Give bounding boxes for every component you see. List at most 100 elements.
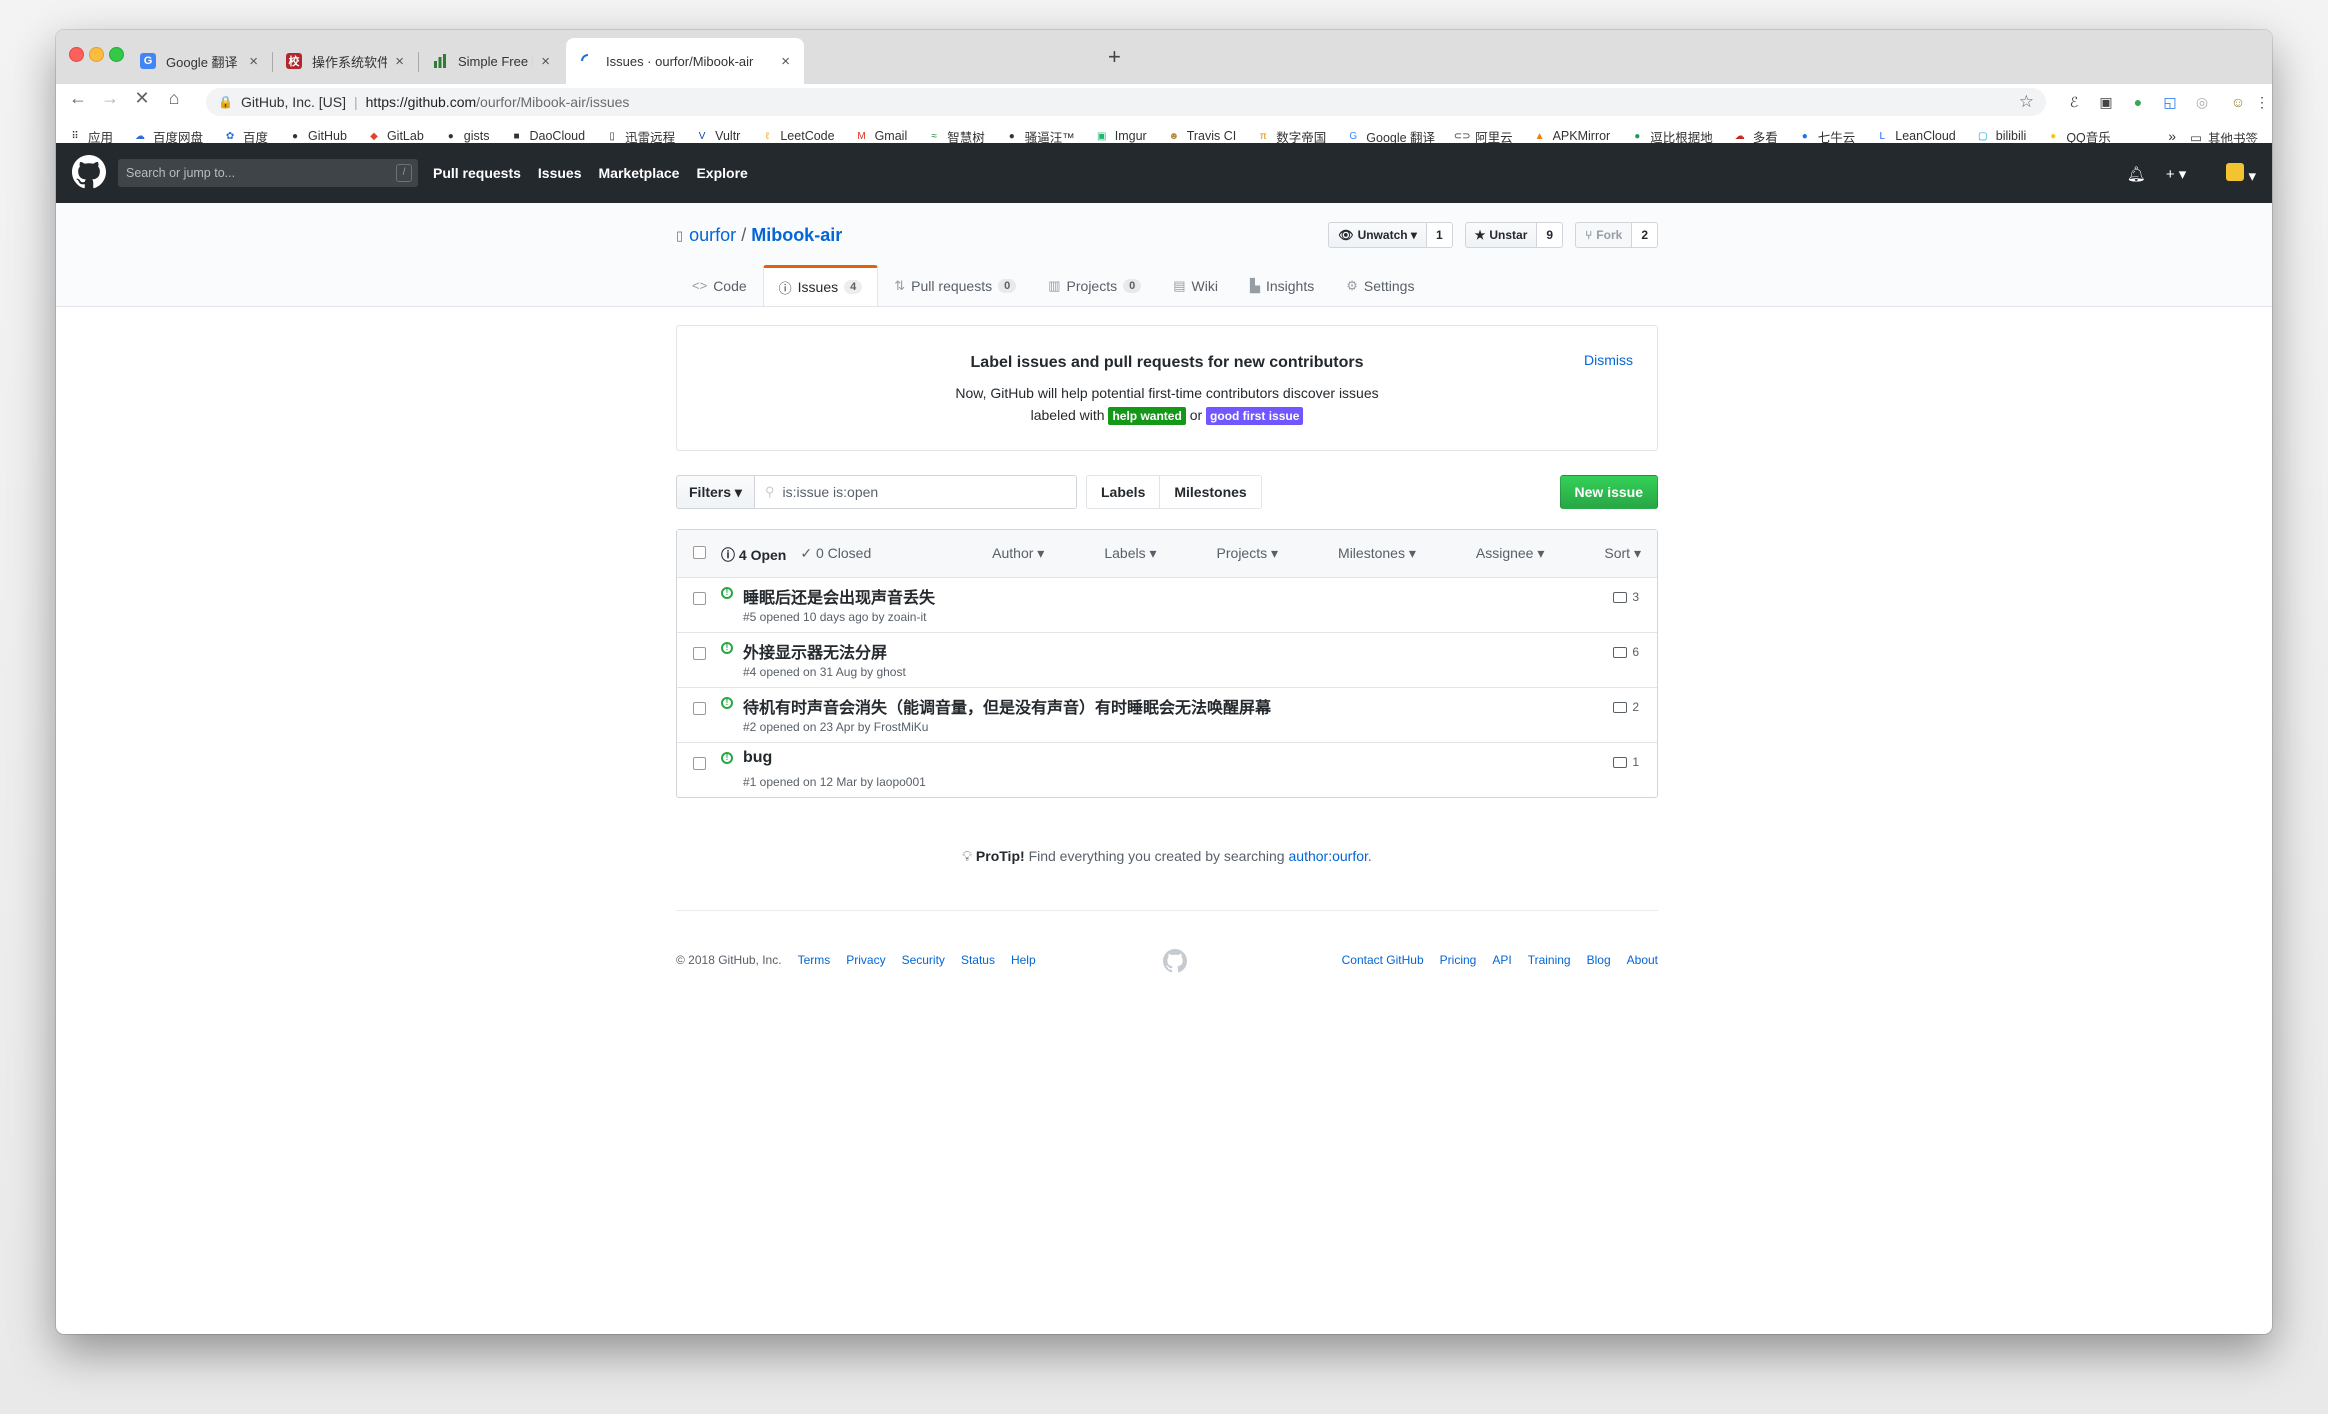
nav-issues[interactable]: Issues: [538, 165, 582, 181]
bookmark-star-icon[interactable]: ☆: [2019, 92, 2034, 112]
issue-title-link[interactable]: 外接显示器无法分屏: [743, 639, 887, 663]
avatar-dropdown[interactable]: ▾: [2206, 163, 2256, 185]
footer-copyright: © 2018 GitHub, Inc.: [676, 953, 782, 967]
extension-icon[interactable]: ◎: [2192, 92, 2212, 112]
github-search-input[interactable]: Search or jump to... /: [118, 159, 418, 187]
browser-tab-active[interactable]: Issues · ourfor/Mibook-air ×: [566, 38, 804, 84]
repo-name-link[interactable]: Mibook-air: [751, 225, 842, 246]
github-logo-icon[interactable]: [72, 155, 106, 189]
issue-title-link[interactable]: bug: [743, 749, 772, 767]
issue-checkbox[interactable]: [693, 757, 706, 770]
extension-icon[interactable]: ◱: [2160, 92, 2180, 112]
close-window-button[interactable]: [69, 47, 84, 62]
address-bar[interactable]: 🔒 GitHub, Inc. [US] | https://github.com…: [206, 88, 2046, 116]
tab-wiki[interactable]: ▤ Wiki: [1157, 265, 1234, 305]
footer-terms-link[interactable]: Terms: [798, 953, 831, 967]
footer-security-link[interactable]: Security: [902, 953, 945, 967]
issue-title-link[interactable]: 待机有时声音会消失（能调音量，但是没有声音）有时睡眠会无法唤醒屏幕: [743, 694, 1271, 718]
labels-filter[interactable]: Labels ▾: [1074, 545, 1156, 562]
browser-tab-1[interactable]: G Google 翻译 ×: [126, 38, 272, 84]
footer-blog-link[interactable]: Blog: [1587, 953, 1611, 967]
imgur-icon: ▣: [1097, 130, 1107, 142]
back-arrow-icon[interactable]: ←: [66, 88, 90, 109]
footer-status-link[interactable]: Status: [961, 953, 995, 967]
sort-filter[interactable]: Sort ▾: [1574, 545, 1641, 562]
footer-contact-link[interactable]: Contact GitHub: [1342, 953, 1424, 967]
tab-insights[interactable]: ▙ Insights: [1234, 265, 1330, 305]
nav-marketplace[interactable]: Marketplace: [599, 165, 680, 181]
fork-count[interactable]: 2: [1632, 222, 1658, 248]
profile-icon[interactable]: ☺: [2228, 92, 2248, 112]
extension-icon[interactable]: ▣: [2096, 92, 2116, 112]
maximize-window-button[interactable]: [109, 47, 124, 62]
browser-tab-2[interactable]: 校 操作系统软件工程系2017秋季A ×: [272, 38, 418, 84]
protip-end: .: [1367, 848, 1372, 864]
tab-code[interactable]: <> Code: [676, 265, 763, 305]
new-tab-button[interactable]: +: [1108, 44, 1121, 70]
issue-opened-icon: ⓘ: [778, 280, 792, 296]
home-icon[interactable]: ⌂: [162, 88, 186, 109]
nav-pull-requests[interactable]: Pull requests: [433, 165, 521, 181]
label-help-wanted[interactable]: help wanted: [1108, 407, 1186, 425]
tab-settings[interactable]: ⚙ Settings: [1330, 265, 1430, 305]
closed-issues-filter[interactable]: ✓ 0 Closed: [800, 545, 871, 565]
issue-checkbox[interactable]: [693, 702, 706, 715]
extension-icon[interactable]: ●: [2128, 92, 2148, 112]
close-tab-icon[interactable]: ×: [249, 53, 258, 70]
select-all-checkbox[interactable]: [693, 546, 706, 559]
close-tab-icon[interactable]: ×: [395, 53, 404, 70]
unstar-button[interactable]: ★ Unstar: [1464, 222, 1538, 248]
issue-opened-icon: !: [721, 752, 733, 764]
repo-owner-link[interactable]: ourfor: [689, 225, 736, 246]
filters-dropdown[interactable]: Filters ▾: [676, 475, 755, 509]
forward-arrow-icon[interactable]: →: [98, 88, 122, 109]
nav-explore[interactable]: Explore: [696, 165, 747, 181]
minimize-window-button[interactable]: [89, 47, 104, 62]
footer-pricing-link[interactable]: Pricing: [1440, 953, 1477, 967]
issues-search-input[interactable]: ⚲ is:issue is:open: [754, 475, 1077, 509]
fork-button[interactable]: ⑂ Fork: [1575, 222, 1633, 248]
tab-pull-requests[interactable]: ⇅ Pull requests 0: [878, 265, 1032, 305]
issue-checkbox[interactable]: [693, 647, 706, 660]
issue-checkbox[interactable]: [693, 592, 706, 605]
open-issues-filter[interactable]: ⓘ 4 Open: [721, 545, 786, 565]
issue-comments-link[interactable]: 1: [1613, 755, 1639, 769]
issue-comments-link[interactable]: 3: [1613, 590, 1639, 604]
footer-api-link[interactable]: API: [1492, 953, 1511, 967]
protip-search-link[interactable]: author:ourfor: [1289, 848, 1368, 864]
watch-count[interactable]: 1: [1426, 222, 1453, 248]
bell-icon[interactable]: 🔔︎: [2127, 165, 2146, 183]
unwatch-button[interactable]: 👁︎ Unwatch ▾: [1328, 222, 1427, 248]
extension-icon[interactable]: ℰ: [2064, 92, 2084, 112]
issue-comments-link[interactable]: 6: [1613, 645, 1639, 659]
close-tab-icon[interactable]: ×: [541, 53, 550, 70]
close-tab-icon[interactable]: ×: [781, 53, 790, 70]
more-bookmarks-icon[interactable]: »: [2168, 128, 2176, 144]
menu-dots-icon[interactable]: ⋮: [2252, 92, 2272, 112]
assignee-filter[interactable]: Assignee ▾: [1446, 545, 1545, 562]
label-good-first-issue[interactable]: good first issue: [1206, 407, 1304, 425]
issues-list-header: ⓘ 4 Open ✓ 0 Closed Author ▾ Labels ▾ Pr…: [677, 530, 1657, 578]
footer-privacy-link[interactable]: Privacy: [846, 953, 885, 967]
dismiss-button[interactable]: Dismiss: [1584, 352, 1633, 368]
issue-comments-link[interactable]: 2: [1613, 700, 1639, 714]
issue-title-link[interactable]: 睡眠后还是会出现声音丢失: [743, 584, 935, 608]
issue-states: ⓘ 4 Open ✓ 0 Closed: [721, 545, 885, 565]
browser-tab-3[interactable]: Simple Free Image Hosting - S ×: [418, 38, 564, 84]
new-issue-button[interactable]: New issue: [1559, 475, 1658, 509]
footer-training-link[interactable]: Training: [1528, 953, 1571, 967]
labels-button[interactable]: Labels: [1086, 475, 1161, 509]
tab-issues[interactable]: ⓘ Issues 4: [762, 265, 879, 306]
author-filter[interactable]: Author ▾: [962, 545, 1044, 562]
milestones-filter[interactable]: Milestones ▾: [1308, 545, 1416, 562]
footer-help-link[interactable]: Help: [1011, 953, 1036, 967]
github-footer-logo-icon[interactable]: [1163, 949, 1187, 973]
plus-dropdown-icon[interactable]: + ▾: [2166, 165, 2186, 183]
star-count[interactable]: 9: [1537, 222, 1564, 248]
labels-milestones-group: Labels Milestones: [1086, 475, 1262, 509]
footer-about-link[interactable]: About: [1627, 953, 1658, 967]
milestones-button[interactable]: Milestones: [1160, 475, 1262, 509]
projects-filter[interactable]: Projects ▾: [1187, 545, 1279, 562]
tab-projects[interactable]: ▥ Projects 0: [1032, 265, 1157, 305]
stop-loading-icon[interactable]: ✕: [130, 88, 154, 109]
